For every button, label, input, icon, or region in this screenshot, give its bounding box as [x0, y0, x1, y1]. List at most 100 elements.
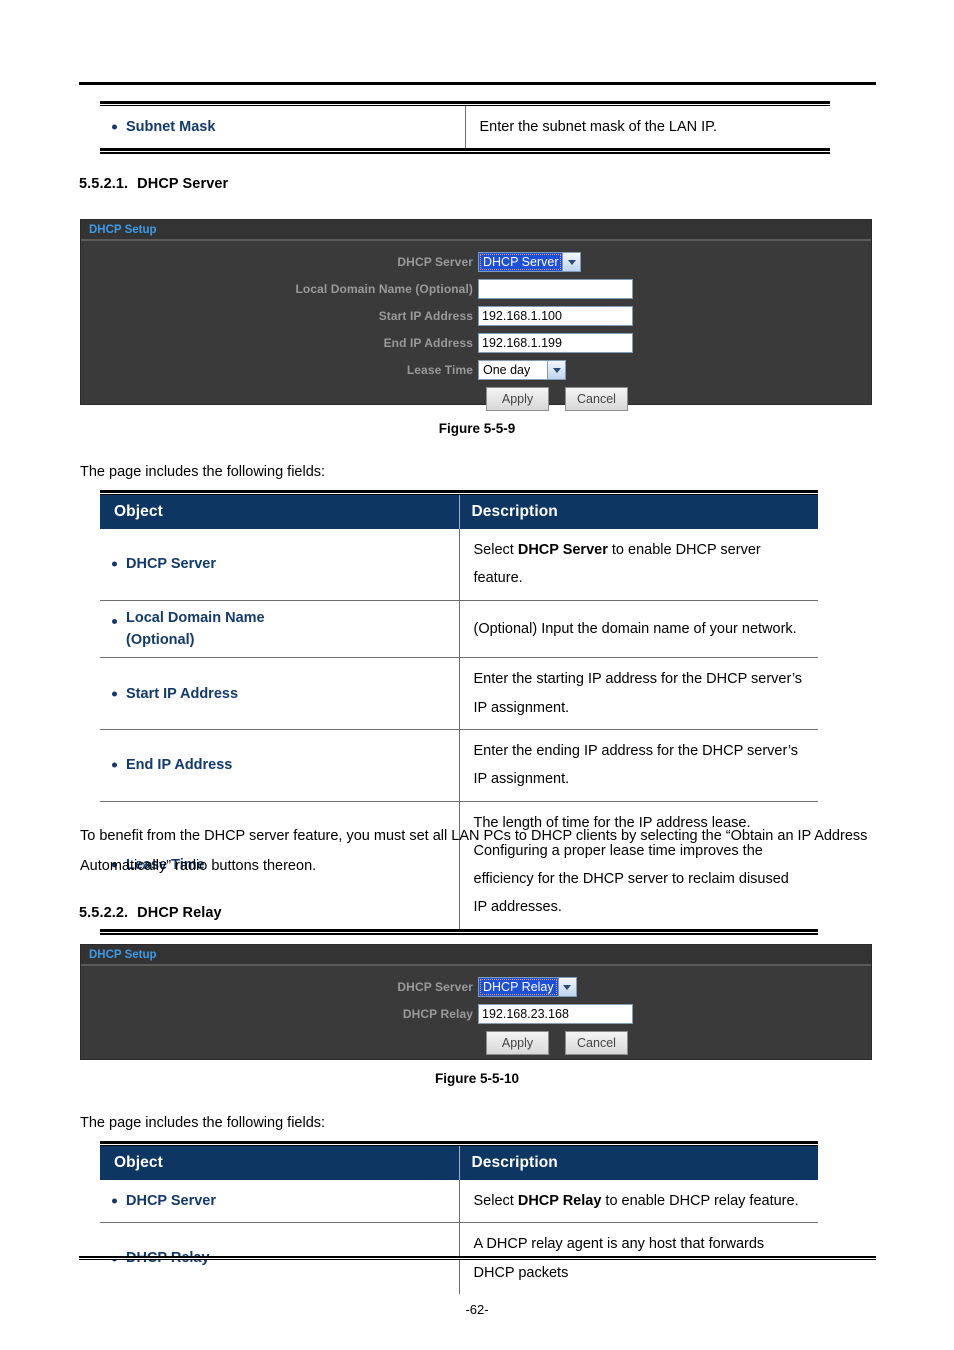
dhcp-relay-input[interactable]: [478, 1004, 633, 1024]
bullet-icon: [112, 561, 117, 567]
dhcp-server-select[interactable]: DHCP Relay: [478, 977, 577, 997]
object-label: DHCP Server: [126, 1192, 217, 1209]
table-row: Start IP Address Enter the starting IP a…: [100, 657, 818, 730]
object-label: Subnet Mask: [126, 118, 216, 135]
panel-body: DHCP Server DHCP Server Local Domain Nam…: [81, 241, 871, 423]
table-row: DHCP Server Select DHCP Server to enable…: [100, 529, 818, 601]
field-label-local-domain-name: Local Domain Name (Optional): [295, 282, 473, 296]
table-top-rule-row: [100, 490, 818, 495]
panel-button-row: Apply Cancel: [81, 387, 871, 411]
page-header-rule: [79, 82, 876, 85]
bullet-icon: [112, 1198, 117, 1204]
description-cell: Enter the subnet mask of the LAN IP.: [464, 106, 830, 149]
object-cell: Subnet Mask: [100, 106, 465, 148]
field-row-local-domain-name: Local Domain Name (Optional): [81, 279, 871, 299]
field-row-dhcp-server: DHCP Server DHCP Relay: [81, 977, 871, 997]
field-label-end-ip-address: End IP Address: [383, 336, 473, 350]
dhcp-server-select[interactable]: DHCP Server: [478, 252, 582, 272]
document-page: Subnet Mask Enter the subnet mask of the…: [0, 0, 954, 1350]
bullet-icon: [112, 618, 117, 624]
description-cell: Select DHCP Relay to enable DHCP relay f…: [458, 1180, 818, 1224]
lease-time-select[interactable]: One day: [478, 360, 566, 380]
field-label-start-ip-address: Start IP Address: [378, 309, 473, 323]
column-header-description: Description: [458, 495, 818, 529]
end-ip-address-input[interactable]: [478, 333, 633, 353]
table-row: DHCP Server Select DHCP Relay to enable …: [100, 1180, 818, 1224]
column-header-description: Description: [458, 1146, 818, 1180]
dhcp-server-note: To benefit from the DHCP server feature,…: [80, 828, 868, 874]
panel-title-bar: DHCP Setup: [81, 220, 871, 241]
dhcp-setup-panel-relay: DHCP Setup DHCP Server DHCP Relay DHCP R…: [80, 944, 872, 1060]
section-heading-dhcp-relay: 5.5.2.2. DHCP Relay: [79, 905, 222, 921]
column-header-object: Object: [100, 1146, 459, 1180]
figure-caption-5-5-9: Figure 5-5-9: [438, 421, 516, 436]
description-cell: Select DHCP Server to enable DHCP server…: [458, 529, 818, 601]
bullet-icon: [112, 762, 117, 768]
apply-button[interactable]: Apply: [486, 387, 549, 411]
description-cell: Enter the ending IP address for the DHCP…: [458, 729, 818, 802]
page-number: -62-: [465, 1302, 489, 1317]
section-number: 5.5.2.1.: [79, 176, 129, 192]
apply-button[interactable]: Apply: [486, 1031, 549, 1055]
panel-button-row: Apply Cancel: [81, 1031, 871, 1055]
description-text-post: to enable DHCP relay feature.: [601, 1193, 799, 1209]
dhcp-server-select-value: DHCP Relay: [479, 978, 558, 996]
chevron-down-icon[interactable]: [547, 361, 565, 379]
table-row: Subnet Mask Enter the subnet mask of the…: [100, 106, 830, 149]
chevron-down-icon[interactable]: [562, 253, 581, 271]
description-text-pre: (Optional) Input the domain name of your…: [473, 620, 797, 637]
section-number: 5.5.2.2.: [79, 905, 129, 921]
panel-title-text: DHCP Setup: [89, 224, 157, 236]
description-text-pre: Enter the ending IP address for the DHCP…: [473, 743, 799, 788]
dhcp-server-select-value: DHCP Server: [479, 253, 563, 271]
object-cell: End IP Address: [100, 729, 459, 802]
bullet-icon: [112, 124, 117, 130]
object-label-line2: (Optional): [126, 632, 195, 648]
dhcp-setup-panel-server: DHCP Setup DHCP Server DHCP Server Local…: [80, 219, 872, 411]
column-header-object: Object: [100, 495, 459, 529]
table-header-row: Object Description: [100, 1146, 818, 1180]
section-heading-dhcp-server: 5.5.2.1. DHCP Server: [79, 176, 228, 192]
description-text-bold: DHCP Relay: [517, 1193, 602, 1209]
cancel-button[interactable]: Cancel: [565, 387, 628, 411]
intro-text-server: The page includes the following fields:: [80, 464, 326, 480]
panel-body: DHCP Server DHCP Relay DHCP Relay Apply …: [81, 966, 871, 1067]
section-title: DHCP Server: [137, 176, 229, 192]
object-label: Start IP Address: [126, 685, 239, 702]
field-label-dhcp-server: DHCP Server: [397, 255, 473, 269]
local-domain-name-input[interactable]: [478, 279, 633, 299]
table-bottom-rule-row: [100, 148, 830, 155]
table-row: End IP Address Enter the ending IP addre…: [100, 729, 818, 802]
object-cell: DHCP Server: [100, 1180, 459, 1224]
object-cell: Start IP Address: [100, 657, 459, 730]
table-row: Local Domain Name (Optional) (Optional) …: [100, 600, 818, 659]
object-cell: Local Domain Name (Optional): [100, 600, 459, 659]
table-top-rule-row: [100, 1141, 818, 1146]
description-text-bold: DHCP Server: [517, 542, 608, 558]
intro-text-relay: The page includes the following fields:: [80, 1115, 326, 1131]
cancel-button[interactable]: Cancel: [565, 1031, 628, 1055]
subnet-mask-table: Subnet Mask Enter the subnet mask of the…: [100, 101, 830, 155]
object-label-line1: Local Domain Name: [126, 609, 265, 626]
field-row-dhcp-server: DHCP Server DHCP Server: [81, 252, 871, 272]
field-label-dhcp-relay: DHCP Relay: [402, 1007, 473, 1021]
dhcp-relay-fields-table: Object Description DHCP Server Select DH…: [100, 1141, 818, 1294]
description-cell: Enter the starting IP address for the DH…: [458, 657, 818, 730]
object-label: End IP Address: [126, 757, 233, 774]
chevron-down-icon[interactable]: [557, 978, 576, 996]
field-label-dhcp-server: DHCP Server: [397, 980, 473, 994]
description-text-pre: Select: [473, 542, 518, 558]
object-label: DHCP Server: [126, 556, 217, 573]
panel-title-bar: DHCP Setup: [81, 945, 871, 966]
field-row-end-ip-address: End IP Address: [81, 333, 871, 353]
field-row-dhcp-relay: DHCP Relay: [81, 1004, 871, 1024]
start-ip-address-input[interactable]: [478, 306, 633, 326]
panel-title-text: DHCP Setup: [89, 949, 157, 961]
figure-caption-5-5-10: Figure 5-5-10: [434, 1071, 520, 1086]
lease-time-select-value: One day: [483, 363, 531, 377]
description-cell: (Optional) Input the domain name of your…: [458, 600, 818, 659]
bullet-icon: [112, 691, 117, 697]
table-header-row: Object Description: [100, 495, 818, 529]
table-bottom-rule-row: [100, 928, 818, 935]
description-text: Enter the subnet mask of the LAN IP.: [479, 119, 718, 135]
